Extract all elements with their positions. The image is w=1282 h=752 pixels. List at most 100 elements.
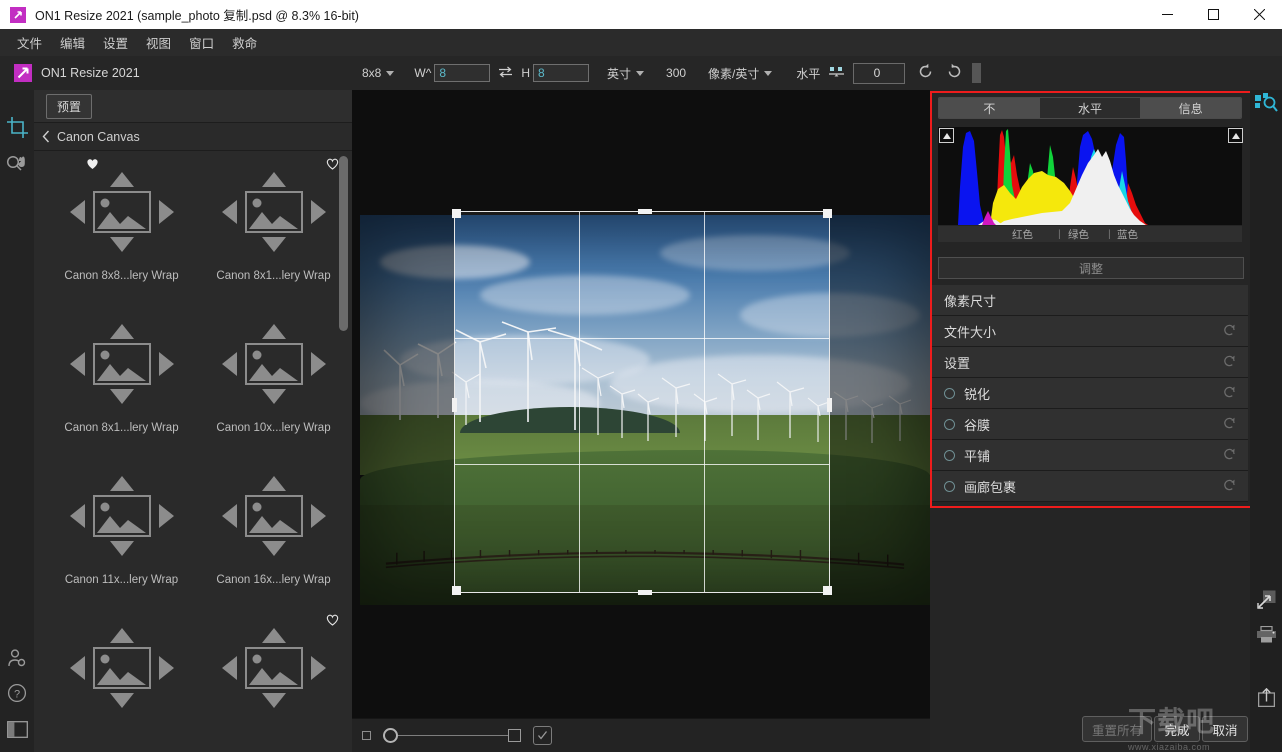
- adjust-button[interactable]: 调整: [938, 257, 1244, 279]
- preset-item[interactable]: Canon 11x...lery Wrap: [46, 456, 197, 608]
- menu-item-settings[interactable]: 设置: [94, 29, 137, 56]
- minimize-button[interactable]: [1144, 0, 1190, 29]
- reset-icon[interactable]: [1223, 416, 1236, 432]
- menu-item-file[interactable]: 文件: [8, 29, 51, 56]
- preset-browser-panel: 预置 Canon Canvas Canon 8x8...lery Wrap Ca…: [34, 90, 353, 752]
- crop-grid-v1: [579, 212, 580, 592]
- close-button[interactable]: [1236, 0, 1282, 29]
- preset-item[interactable]: Canon 8x8...lery Wrap: [46, 152, 197, 304]
- crop-handle-left[interactable]: [452, 398, 457, 412]
- settings-row-tile[interactable]: 平铺: [932, 440, 1248, 471]
- toggle-panels-icon[interactable]: [0, 712, 34, 746]
- enable-toggle-icon[interactable]: [944, 480, 955, 492]
- watermark-main: 下载吧: [1128, 706, 1216, 737]
- compare-toggle-icon[interactable]: [533, 726, 552, 745]
- tab-info[interactable]: 信息: [1140, 98, 1241, 118]
- angle-dropdown[interactable]: 0: [853, 62, 906, 84]
- channel-blue-label[interactable]: 蓝色: [1117, 227, 1138, 242]
- crop-handle-top[interactable]: [638, 209, 652, 214]
- aspect-ratio-value: 8x8: [362, 66, 382, 80]
- zoom-out-icon[interactable]: [362, 731, 371, 740]
- channel-red-label[interactable]: 红色: [1012, 227, 1033, 242]
- swap-icon[interactable]: [498, 66, 513, 81]
- resolution-unit-dropdown[interactable]: 像素/英寸: [704, 63, 776, 84]
- menu-item-view[interactable]: 视图: [137, 29, 180, 56]
- crop-handle-bottom[interactable]: [638, 590, 652, 595]
- clipping-left-icon[interactable]: [939, 128, 954, 143]
- tab-none[interactable]: 不: [939, 98, 1040, 118]
- account-icon[interactable]: [0, 641, 34, 675]
- histogram-channel-labels: 红色 | 绿色 | 蓝色: [938, 226, 1242, 242]
- inspect-icon[interactable]: [1250, 88, 1282, 118]
- enable-toggle-icon[interactable]: [944, 387, 955, 399]
- unit-dropdown[interactable]: 英寸: [603, 63, 648, 84]
- settings-row-pixel-size[interactable]: 像素尺寸: [932, 285, 1248, 316]
- preset-thumbnail: [46, 456, 197, 576]
- preset-item[interactable]: Canon 16x...lery Wrap: [198, 456, 349, 608]
- zoom-slider-handle[interactable]: [383, 728, 398, 743]
- maximize-button[interactable]: [1190, 0, 1236, 29]
- preset-item[interactable]: Canon 10x...lery Wrap: [198, 304, 349, 456]
- reset-icon[interactable]: [1223, 478, 1236, 494]
- settings-row-sharpen[interactable]: 锐化: [932, 378, 1248, 409]
- chevron-left-icon[interactable]: [42, 130, 50, 143]
- preset-item[interactable]: [198, 608, 349, 752]
- print-icon[interactable]: [1250, 617, 1282, 651]
- preset-scrollbar-thumb[interactable]: [339, 156, 348, 331]
- settings-row-settings[interactable]: 设置: [932, 347, 1248, 378]
- reset-icon[interactable]: [1223, 354, 1236, 370]
- favorite-heart-icon[interactable]: [326, 158, 339, 170]
- preset-item[interactable]: Canon 8x1...lery Wrap: [46, 304, 197, 456]
- crop-dim-right: [830, 211, 930, 593]
- enable-toggle-icon[interactable]: [944, 418, 955, 430]
- settings-row-file-size[interactable]: 文件大小: [932, 316, 1248, 347]
- rotate-cw-icon[interactable]: [946, 63, 963, 83]
- resolution-value: 300: [666, 66, 687, 80]
- favorite-heart-icon[interactable]: [86, 158, 99, 170]
- reset-icon[interactable]: [1223, 447, 1236, 463]
- preset-thumbnail: [198, 608, 349, 728]
- preset-item[interactable]: Canon 8x1...lery Wrap: [198, 152, 349, 304]
- zoom-control-bar: [352, 718, 930, 752]
- crop-handle-bl[interactable]: [452, 586, 461, 595]
- width-value: 8: [439, 66, 447, 80]
- menu-item-edit[interactable]: 编辑: [51, 29, 94, 56]
- zoom-slider-track[interactable]: [398, 735, 508, 736]
- help-icon[interactable]: ?: [0, 676, 34, 710]
- clipping-right-icon[interactable]: [1228, 128, 1243, 143]
- channel-green-label[interactable]: 绿色: [1068, 227, 1089, 242]
- breadcrumb[interactable]: Canon Canvas: [34, 123, 352, 151]
- menu-item-help[interactable]: 救命: [223, 29, 266, 56]
- reset-icon[interactable]: [1223, 323, 1236, 339]
- crop-handle-tl[interactable]: [452, 209, 461, 218]
- row-label: 画廊包裹: [964, 479, 1017, 495]
- preset-item[interactable]: [46, 608, 197, 752]
- level-icon[interactable]: [829, 66, 845, 81]
- width-lock-caret: ^: [425, 66, 432, 80]
- settings-row-film-grain[interactable]: 谷膜: [932, 409, 1248, 440]
- crop-handle-right[interactable]: [827, 398, 832, 412]
- height-input[interactable]: 8: [533, 64, 589, 82]
- rotate-ccw-icon[interactable]: [917, 63, 934, 83]
- preset-thumbnail: [198, 304, 349, 424]
- presets-button[interactable]: 预置: [46, 93, 93, 119]
- title-bar: ON1 Resize 2021 (sample_photo 复制.psd @ 8…: [0, 0, 1282, 29]
- favorite-heart-icon[interactable]: [326, 614, 339, 626]
- width-input[interactable]: 8: [434, 64, 491, 82]
- crop-handle-tr[interactable]: [823, 209, 832, 218]
- aspect-ratio-dropdown[interactable]: 8x8: [358, 64, 398, 82]
- crop-tool-icon[interactable]: [0, 110, 34, 144]
- menu-item-window[interactable]: 窗口: [180, 29, 223, 56]
- reset-icon[interactable]: [1223, 385, 1236, 401]
- watermark: 下载吧 www.xiazaiba.com: [1128, 700, 1282, 752]
- crop-handle-br[interactable]: [823, 586, 832, 595]
- tab-levels[interactable]: 水平: [1039, 98, 1141, 118]
- level-label: 水平: [796, 66, 821, 81]
- zoom-in-icon[interactable]: [508, 729, 521, 742]
- settings-row-gallery-wrap[interactable]: 画廊包裹: [932, 471, 1248, 502]
- row-label: 谷膜: [964, 417, 991, 433]
- zoom-pan-tool-icon[interactable]: [0, 145, 34, 179]
- expand-icon[interactable]: [1250, 582, 1282, 616]
- enable-toggle-icon[interactable]: [944, 449, 955, 461]
- crop-rectangle[interactable]: [452, 209, 832, 595]
